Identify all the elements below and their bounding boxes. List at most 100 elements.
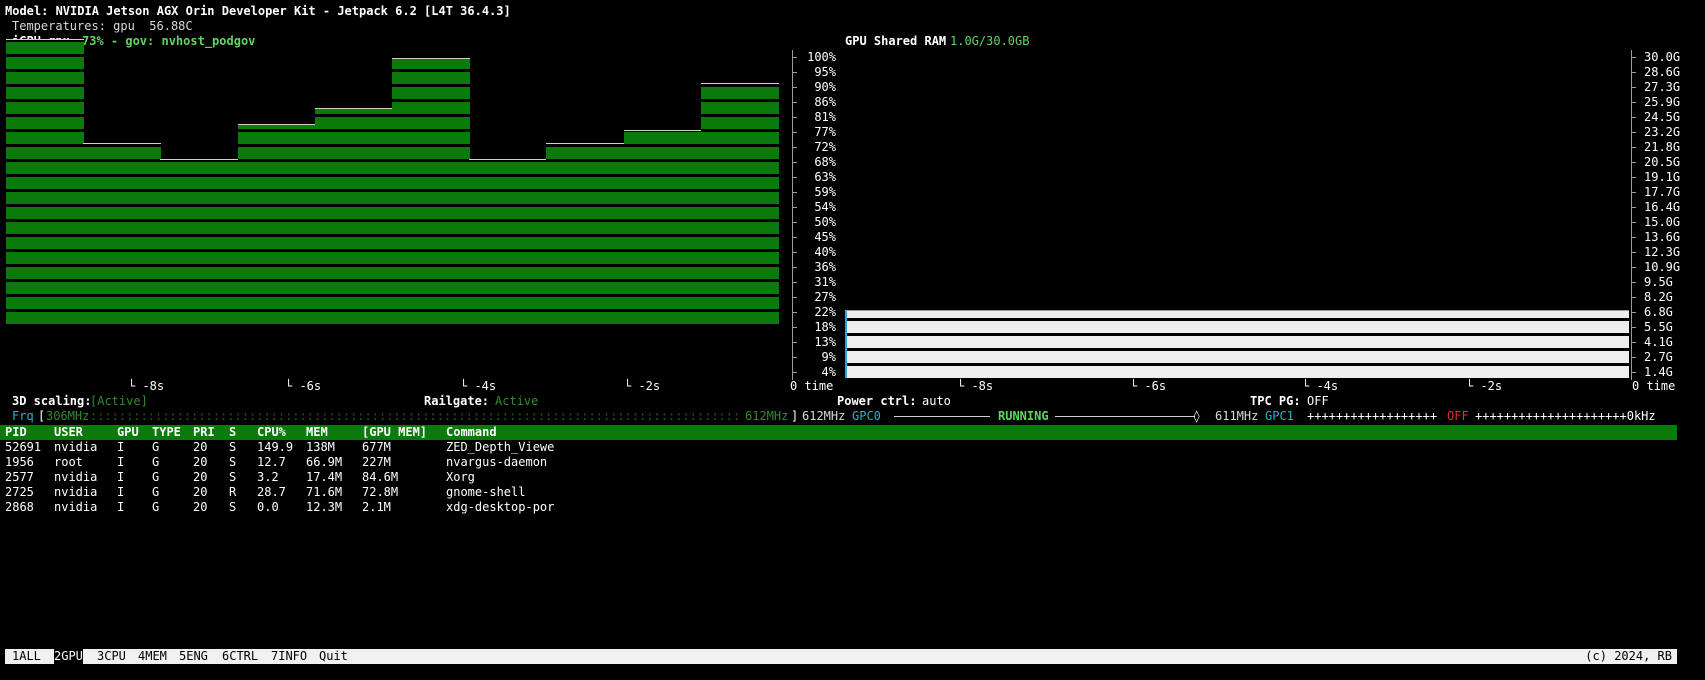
gpu-load-bar (237, 125, 316, 324)
table-row[interactable]: 52691 nvidia I G 20 S 149.9 138M 677M ZED_Depth_V… (0, 440, 1677, 455)
gpu-y-tick-mark (792, 72, 797, 73)
table-cell: 0.0 (257, 500, 279, 514)
ram-y-tick-label: 28.6G (1644, 65, 1681, 79)
ram-y-tick-label: 16.4G (1644, 200, 1681, 214)
gpu-y-tick-label: 54% (814, 200, 836, 214)
gpc1-pluses-right: +++++++++++++++++++++0kHz (1475, 409, 1656, 423)
gpu-y-tick-mark (792, 162, 797, 163)
ram-y-tick-label: 17.7G (1644, 185, 1681, 199)
gpu-load-bar (623, 131, 702, 324)
column-header[interactable]: GPU (117, 425, 139, 440)
ram-y-tick-label: 30.0G (1644, 50, 1681, 64)
table-cell: 20 (193, 485, 208, 499)
footer-tab-label: ENG (186, 649, 208, 663)
column-header[interactable]: PRI (193, 425, 215, 440)
gpu-y-tick-label: 72% (814, 140, 836, 154)
gpu-y-tick-mark (792, 57, 797, 58)
ram-y-tick-label: 4.1G (1644, 335, 1673, 349)
ram-y-tick-label: 5.5G (1644, 320, 1673, 334)
table-cell: 20 (193, 470, 208, 484)
ram-y-tick-label: 1.4G (1644, 365, 1673, 379)
gpc0-freq: 612MHz (802, 409, 846, 423)
ram-usage-top-line (845, 310, 1629, 311)
freq-bar: ::::::::::::::::::::::::::::::::::::::::… (90, 409, 742, 423)
column-header[interactable]: [GPU MEM] (362, 425, 427, 440)
gpu-y-tick-label: 22% (814, 305, 836, 319)
gpu-y-tick-mark (792, 252, 797, 253)
footer-tab-all[interactable]: 1ALL (12, 649, 41, 664)
table-cell: 2577 (5, 470, 34, 484)
ram-x-tick-label: └ -2s (1466, 379, 1503, 393)
ram-y-tick-label: 21.8G (1644, 140, 1681, 154)
gpu-y-tick-label: 50% (814, 215, 836, 229)
footer-tab-label: Quit (319, 649, 348, 663)
footer-tab-gpu[interactable]: 2GPU (54, 649, 83, 664)
footer-tab-label: ALL (19, 649, 41, 663)
ram-x-tick-label: └ -6s (1130, 379, 1167, 393)
table-row[interactable]: 2577 nvidia I G 20 S 3.2 17.4M 84.6M Xorg (0, 470, 1677, 485)
ram-x-axis-end-label: 0 time (1632, 379, 1676, 393)
ram-y-tick-mark (1631, 207, 1636, 208)
ram-y-tick-mark (1631, 72, 1636, 73)
column-header[interactable]: USER (54, 425, 83, 440)
ram-y-tick-mark (1631, 222, 1636, 223)
power-ctrl-value: auto (922, 394, 951, 408)
ram-usage-chart (845, 56, 1629, 378)
scaling-value: [Active] (90, 394, 148, 408)
table-cell: gnome-shell (446, 485, 526, 499)
gpu-load-bar (469, 160, 548, 324)
gpu-y-tick-label: 40% (814, 245, 836, 259)
gpu-load-bar (6, 40, 85, 324)
footer-tab-cpu[interactable]: 3CPU (97, 649, 126, 664)
table-row[interactable]: 1956 root I G 20 S 12.7 66.9M 227M nvargus-daemon (0, 455, 1677, 470)
table-row[interactable]: 2725 nvidia I G 20 R 28.7 71.6M 72.8M gnome-shell (0, 485, 1677, 500)
gpu-y-tick-mark (792, 147, 797, 148)
gpu-load-bar (83, 144, 162, 324)
footer-tab-mem[interactable]: 4MEM (138, 649, 167, 664)
ram-y-tick-label: 8.2G (1644, 290, 1673, 304)
ram-y-tick-label: 10.9G (1644, 260, 1681, 274)
gpu-y-tick-mark (792, 327, 797, 328)
table-cell: G (152, 470, 160, 484)
table-cell: 28.7 (257, 485, 286, 499)
gpu-y-tick-label: 63% (814, 170, 836, 184)
table-cell: 2868 (5, 500, 34, 514)
gpu-y-tick-mark (792, 222, 797, 223)
gpu-y-tick-label: 4% (821, 365, 836, 379)
scaling-label: 3D scaling: (12, 394, 92, 408)
footer-tab-label: GPU (61, 649, 83, 663)
gpu-y-tick-mark (792, 282, 797, 283)
table-cell: S (229, 455, 237, 469)
ram-y-tick-mark (1631, 267, 1636, 268)
freq-label: Frq (12, 409, 34, 423)
column-header[interactable]: Command (446, 425, 497, 440)
table-row[interactable]: 2868 nvidia I G 20 S 0.0 12.3M 2.1M xdg-desktop-p… (0, 500, 1677, 515)
gpu-x-tick-label: └ -8s (128, 379, 165, 393)
column-header[interactable]: S (229, 425, 236, 440)
column-header[interactable]: TYPE (152, 425, 181, 440)
gpu-x-axis-end-label: 0 time (790, 379, 834, 393)
footer-tab-label: CTRL (229, 649, 259, 663)
footer-tab-quit[interactable]: Quit (319, 649, 348, 664)
column-header[interactable]: PID (5, 425, 27, 440)
footer-bar: 1ALL 2GPU 3CPU 4MEM 5ENG 6CTRL 7INFO Quit (c) 2… (5, 649, 1677, 664)
column-header[interactable]: CPU% (257, 425, 286, 440)
footer-tab-info[interactable]: 7INFO (271, 649, 307, 664)
gpu-y-tick-label: 27% (814, 290, 836, 304)
ram-y-tick-label: 2.7G (1644, 350, 1673, 364)
footer-tab-eng[interactable]: 5ENG (179, 649, 208, 664)
gpu-y-tick-mark (792, 372, 797, 373)
table-cell: G (152, 440, 160, 454)
gpc1-freq: 611MHz (1215, 409, 1259, 423)
footer-tab-ctrl[interactable]: 6CTRL (222, 649, 258, 664)
gpu-y-tick-label: 68% (814, 155, 836, 169)
column-header[interactable]: MEM (306, 425, 328, 440)
gpu-y-tick-mark (792, 237, 797, 238)
gpc1-name: GPC1 (1265, 409, 1294, 423)
ram-y-tick-label: 9.5G (1644, 275, 1673, 289)
table-cell: xdg-desktop-por (446, 500, 555, 514)
gpu-x-tick-label: └ -2s (624, 379, 661, 393)
freq-max: 612MHz (745, 409, 789, 423)
ram-y-tick-label: 13.6G (1644, 230, 1681, 244)
gpu-load-bar (700, 84, 779, 324)
